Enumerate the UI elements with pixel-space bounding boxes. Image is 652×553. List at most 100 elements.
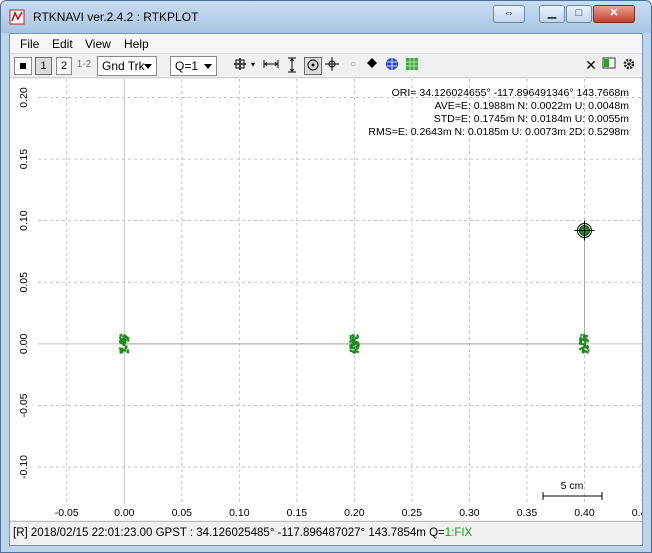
solution-point [356, 341, 359, 344]
gear-icon[interactable] [621, 57, 637, 75]
minimize-icon[interactable]: ▁ [539, 5, 565, 23]
ori-text: ORI= 34.126024655° -117.896491346° 143.7… [392, 87, 630, 99]
solution-point [351, 344, 354, 347]
x-tick-label: -0.05 [55, 507, 79, 519]
solution-point [354, 351, 357, 354]
solution-point [579, 342, 582, 345]
globe-icon[interactable] [384, 57, 400, 75]
solution-point [353, 346, 356, 349]
plot-type-value: Gnd Trk [102, 59, 145, 73]
solution-point [587, 349, 590, 352]
y-tick-label: 0.05 [18, 272, 30, 293]
toolbar: 1 2 1-2 Gnd Trk Q=1 ▾ ○ ✕ [10, 54, 642, 78]
status-text: [R] 2018/02/15 22:01:23.00 GPST : 34.126… [13, 527, 445, 539]
solution-point [125, 346, 128, 349]
x-tick-label: 0.35 [517, 507, 538, 519]
solution-point [349, 337, 352, 340]
y-tick-label: 0.20 [18, 87, 30, 108]
scale-bar: 5 cm [542, 480, 603, 500]
solution-point [119, 336, 122, 339]
quality-value: Q=1 [175, 59, 199, 73]
solution-points [118, 220, 595, 354]
plot-area[interactable]: -0.05 0.00 0.05 0.10 0.15 0.20 0.25 0.30 0.35 0.4… [10, 79, 652, 520]
restore-icon[interactable]: ⇔ [493, 5, 525, 23]
x-tick-label: 0.20 [344, 507, 365, 519]
status-quality: 1:FIX [444, 527, 473, 539]
point-marker-icon[interactable] [364, 57, 380, 75]
menu-help[interactable]: Help [124, 37, 149, 51]
menu-bar: File Edit View Help [10, 34, 642, 54]
show-track-icon[interactable] [304, 57, 322, 75]
grid [38, 79, 643, 504]
quality-select[interactable]: Q=1 [170, 56, 217, 76]
solution-point [583, 349, 586, 352]
status-bar: [R] 2018/02/15 22:01:23.00 GPST : 34.126… [10, 521, 642, 545]
solution-point [127, 349, 130, 352]
solution-point [119, 351, 122, 354]
crosshair-icon[interactable] [324, 57, 340, 75]
solution-point [120, 339, 123, 342]
toggle-12-button[interactable]: 1-2 [74, 57, 94, 75]
solution-point [123, 348, 126, 351]
solution-point [123, 341, 126, 344]
solution-point [350, 346, 353, 349]
x-tick-label: 0.05 [172, 507, 193, 519]
solution-point [351, 336, 354, 339]
solution-point [579, 336, 582, 339]
x-tick-label: 0.00 [114, 507, 135, 519]
y-tick-label: 0.00 [18, 333, 30, 354]
maximize-icon[interactable]: □ [566, 5, 592, 23]
solution-point [582, 338, 585, 341]
x-tick-label: 0.45 [632, 507, 642, 519]
solution-point [120, 333, 123, 336]
solution-point [126, 338, 129, 341]
dropdown-arrow-icon[interactable]: ▾ [248, 57, 258, 75]
solution-point [579, 348, 582, 351]
solution-point [585, 346, 588, 349]
solution-point [582, 346, 585, 349]
solution-point [352, 350, 355, 353]
menu-edit[interactable]: Edit [52, 37, 73, 51]
solution-point [126, 351, 129, 354]
close-plot-icon[interactable]: ✕ [584, 57, 598, 75]
menu-view[interactable]: View [85, 37, 111, 51]
solution-point [121, 342, 124, 345]
plot-type-select[interactable]: Gnd Trk [97, 56, 157, 76]
fit-horizontal-icon[interactable] [262, 57, 280, 75]
title-bar[interactable]: RTKNAVI ver.2.4.2 : RTKPLOT ⇔ ▁ □ ✕ [1, 1, 651, 33]
x-tick-labels: -0.05 0.00 0.05 0.10 0.15 0.20 0.25 0.30 0.35 0.4… [55, 507, 652, 519]
small-circle-icon[interactable]: ○ [346, 57, 360, 75]
menu-file[interactable]: File [20, 37, 39, 51]
app-window: RTKNAVI ver.2.4.2 : RTKPLOT ⇔ ▁ □ ✕ File… [0, 0, 652, 553]
info-panel: ORI= 34.126024655° -117.896491346° 143.7… [368, 87, 629, 138]
toggle-1-button[interactable]: 1 [35, 57, 52, 75]
solution-point [584, 341, 587, 344]
solution-point [122, 335, 125, 338]
ground-track-chart[interactable]: -0.05 0.00 0.05 0.10 0.15 0.20 0.25 0.30 0.35 0.4… [10, 79, 652, 520]
solution-point [586, 351, 589, 354]
y-tick-labels: -0.10 -0.05 0.00 0.05 0.10 0.15 0.20 [18, 87, 30, 479]
solution-point [124, 335, 127, 338]
solution-point [582, 343, 585, 346]
window-layout-icon[interactable] [601, 57, 617, 75]
close-icon[interactable]: ✕ [593, 5, 635, 23]
client-area: File Edit View Help 1 2 1-2 Gnd Trk Q=1 [9, 33, 652, 546]
fit-vertical-icon[interactable] [284, 57, 300, 75]
y-tick-label: 0.10 [18, 210, 30, 231]
solution-point [357, 344, 360, 347]
center-origin-icon[interactable] [232, 57, 248, 75]
connect-icon[interactable] [14, 57, 32, 75]
app-icon [9, 9, 25, 25]
rms-text: RMS=E: 0.2643m N: 0.0185m U: 0.0073m 2D:… [368, 126, 629, 138]
toggle-2-button[interactable]: 2 [56, 57, 72, 75]
y-tick-label: -0.10 [18, 455, 30, 479]
solution-point [354, 340, 357, 343]
solution-point [120, 348, 123, 351]
solution-point [351, 339, 354, 342]
map-icon[interactable] [404, 57, 420, 75]
solution-point [349, 335, 352, 338]
solution-point [349, 340, 352, 343]
x-tick-label: 0.10 [229, 507, 250, 519]
chevron-down-icon [204, 64, 212, 69]
solution-point [118, 347, 121, 350]
